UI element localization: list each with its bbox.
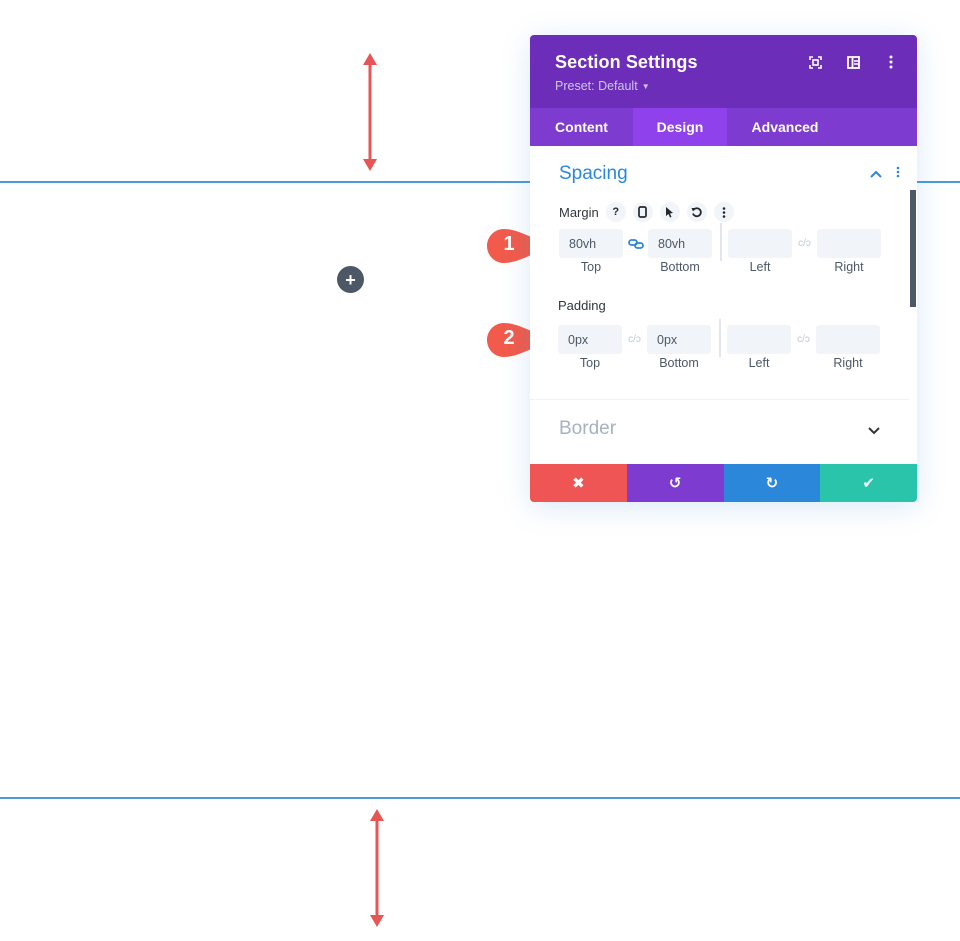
border-section-toggle[interactable]: Border bbox=[559, 418, 616, 440]
unlink-top-bottom-icon[interactable]: c/ɔ bbox=[622, 334, 647, 345]
redo-button[interactable]: ↻ bbox=[723, 464, 821, 502]
hover-icon[interactable] bbox=[659, 202, 680, 222]
panel-body: Spacing Margin ? 80vh 80vh c/ɔ Top Botto… bbox=[530, 146, 917, 464]
more-icon[interactable] bbox=[713, 202, 734, 222]
split-view-icon[interactable] bbox=[845, 54, 861, 70]
scrollbar[interactable] bbox=[910, 190, 916, 307]
help-icon[interactable]: ? bbox=[605, 202, 626, 222]
reset-icon[interactable] bbox=[686, 202, 707, 222]
bottom-margin-arrow-icon bbox=[370, 809, 384, 927]
panel-footer: ✖ ↺ ↻ ✔ bbox=[530, 464, 917, 502]
section-more-icon[interactable] bbox=[896, 166, 900, 181]
tab-advanced[interactable]: Advanced bbox=[727, 108, 843, 146]
focus-mode-icon[interactable] bbox=[807, 54, 823, 70]
top-margin-arrow-icon bbox=[363, 53, 377, 171]
spacing-section-toggle[interactable]: Spacing bbox=[559, 163, 628, 185]
close-icon: ✖ bbox=[572, 475, 585, 492]
margin-right-input[interactable] bbox=[817, 229, 881, 258]
undo-button[interactable]: ↺ bbox=[626, 464, 724, 502]
panel-tabs: Content Design Advanced bbox=[530, 108, 917, 146]
chevron-down-icon[interactable] bbox=[868, 422, 880, 440]
padding-bottom-input[interactable]: 0px bbox=[647, 325, 711, 354]
undo-icon: ↺ bbox=[668, 475, 682, 492]
section-bottom-boundary bbox=[0, 797, 960, 799]
plus-icon: + bbox=[345, 269, 356, 290]
section-divider bbox=[530, 399, 909, 400]
padding-label: Padding bbox=[558, 298, 606, 313]
margin-left-input[interactable] bbox=[728, 229, 792, 258]
margin-top-input[interactable]: 80vh bbox=[559, 229, 623, 258]
padding-right-input[interactable] bbox=[816, 325, 880, 354]
chevron-up-icon[interactable] bbox=[870, 166, 882, 181]
margin-inputs: 80vh 80vh c/ɔ bbox=[559, 223, 881, 261]
unlink-left-right-icon[interactable]: c/ɔ bbox=[791, 334, 816, 345]
cancel-button[interactable]: ✖ bbox=[530, 464, 627, 502]
responsive-icon[interactable] bbox=[632, 202, 653, 222]
margin-label: Margin ? bbox=[559, 202, 734, 222]
input-divider bbox=[719, 319, 721, 357]
add-row-button[interactable]: + bbox=[337, 266, 364, 293]
margin-bottom-input[interactable]: 80vh bbox=[648, 229, 712, 258]
checkmark-icon: ✔ bbox=[862, 475, 875, 492]
padding-inputs: 0px c/ɔ 0px c/ɔ bbox=[558, 319, 880, 357]
padding-left-input[interactable] bbox=[727, 325, 791, 354]
padding-side-labels: Top Bottom Left Right bbox=[579, 356, 863, 370]
padding-top-input[interactable]: 0px bbox=[558, 325, 622, 354]
preset-dropdown[interactable]: Preset: Default ▼ bbox=[555, 79, 917, 93]
tab-design[interactable]: Design bbox=[633, 108, 727, 146]
section-settings-panel: Section Settings Preset: Default ▼ Conten… bbox=[530, 35, 917, 502]
unlink-left-right-icon[interactable]: c/ɔ bbox=[792, 238, 817, 249]
input-divider bbox=[720, 223, 722, 261]
more-options-icon[interactable] bbox=[883, 54, 899, 70]
link-top-bottom-icon[interactable] bbox=[623, 238, 648, 249]
caret-down-icon: ▼ bbox=[641, 81, 650, 91]
margin-side-labels: Top Bottom Left Right bbox=[580, 260, 864, 274]
panel-header[interactable]: Section Settings Preset: Default ▼ bbox=[530, 35, 917, 108]
save-button[interactable]: ✔ bbox=[820, 464, 917, 502]
redo-icon: ↻ bbox=[765, 475, 779, 492]
tab-content[interactable]: Content bbox=[530, 108, 633, 146]
